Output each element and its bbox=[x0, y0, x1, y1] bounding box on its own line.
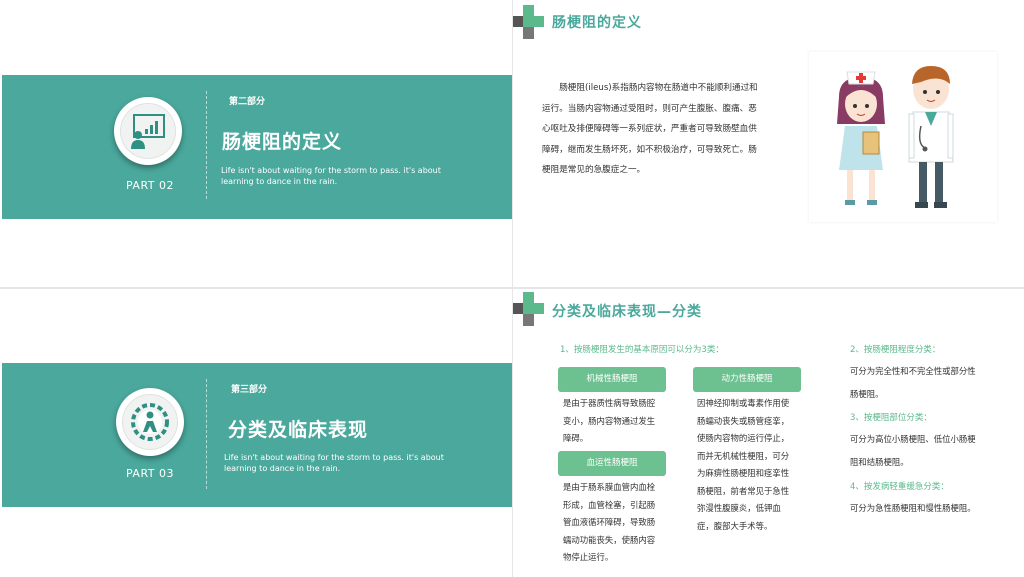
mechanical-obstruction-pill: 机械性肠梗阻 bbox=[558, 367, 666, 392]
severity-text: 可分为急性肠梗阻和慢性肠梗阻。 bbox=[850, 503, 976, 513]
presenter-board-icon bbox=[131, 114, 165, 149]
doctor-figure bbox=[908, 66, 954, 208]
section-icon-circle bbox=[116, 388, 184, 456]
location-text: 可分为高位小肠梗阻、低位小肠梗阻和结肠梗阻。 bbox=[850, 434, 976, 467]
degree-heading: 2、按肠梗阻程度分类： bbox=[850, 345, 941, 355]
cross-logo-icon bbox=[513, 5, 544, 39]
divider-line bbox=[206, 379, 207, 489]
vascular-obstruction-pill: 血运性肠梗阻 bbox=[558, 451, 666, 476]
person-gear-icon bbox=[131, 403, 169, 441]
degree-text: 可分为完全性和不完全性或部分性肠梗阻。 bbox=[850, 366, 976, 399]
cross-logo-icon bbox=[513, 292, 544, 326]
section-subtitle: Life isn't about waiting for the storm t… bbox=[221, 166, 441, 186]
slide-title: 肠梗阻的定义 bbox=[552, 15, 642, 31]
section-label: 第三部分 bbox=[231, 385, 268, 395]
slide-section-3[interactable]: PART 03 第三部分 分类及临床表现 Life isn't about wa… bbox=[0, 289, 512, 577]
section-banner: PART 02 第二部分 肠梗阻的定义 Life isn't about wai… bbox=[2, 75, 512, 219]
location-heading: 3、按梗阻部位分类： bbox=[850, 413, 932, 423]
section-title: 分类及临床表现 bbox=[228, 419, 369, 441]
slide-title: 分类及临床表现—分类 bbox=[552, 304, 702, 320]
nurse-and-doctor-illustration bbox=[809, 52, 997, 222]
section-banner: PART 03 第三部分 分类及临床表现 Life isn't about wa… bbox=[2, 363, 512, 507]
slide-classification[interactable]: 分类及临床表现—分类 1、按肠梗阻发生的基本原因可以分为3类： 机械性肠梗阻 动… bbox=[513, 289, 1024, 577]
slide-definition[interactable]: 肠梗阻的定义 肠梗阻(ileus)系指肠内容物在肠道中不能顺利通过和运行。当肠内… bbox=[513, 0, 1024, 287]
nurse-figure bbox=[837, 71, 885, 205]
section-label: 第二部分 bbox=[229, 97, 266, 107]
vascular-text: 是由于肠系膜血管内血栓形成，血管栓塞，引起肠管血液循环障碍，导致肠蠕动功能丧失，… bbox=[563, 482, 656, 562]
mechanical-text: 是由于器质性病导致肠腔变小，肠内容物通过发生障碍。 bbox=[563, 398, 656, 443]
part-number: PART 02 bbox=[126, 179, 175, 192]
part-number: PART 03 bbox=[126, 467, 175, 480]
dynamic-obstruction-pill: 动力性肠梗阻 bbox=[693, 367, 801, 392]
section-subtitle: Life isn't about waiting for the storm t… bbox=[224, 453, 444, 473]
slide-section-2[interactable]: PART 02 第二部分 肠梗阻的定义 Life isn't about wai… bbox=[0, 0, 512, 287]
divider-line bbox=[206, 91, 207, 199]
severity-heading: 4、按发病轻重缓急分类： bbox=[850, 482, 949, 492]
definition-paragraph: 肠梗阻(ileus)系指肠内容物在肠道中不能顺利通过和运行。当肠内容物通过受阻时… bbox=[542, 83, 758, 175]
dynamic-text: 因神经抑制或毒素作用使肠蠕动丧失或肠管痉挛，使肠内容物的运行停止，而并无机械性梗… bbox=[697, 398, 790, 531]
section-title: 肠梗阻的定义 bbox=[222, 131, 343, 153]
section-icon-circle bbox=[114, 97, 182, 165]
cause-heading: 1、按肠梗阻发生的基本原因可以分为3类： bbox=[560, 345, 724, 355]
